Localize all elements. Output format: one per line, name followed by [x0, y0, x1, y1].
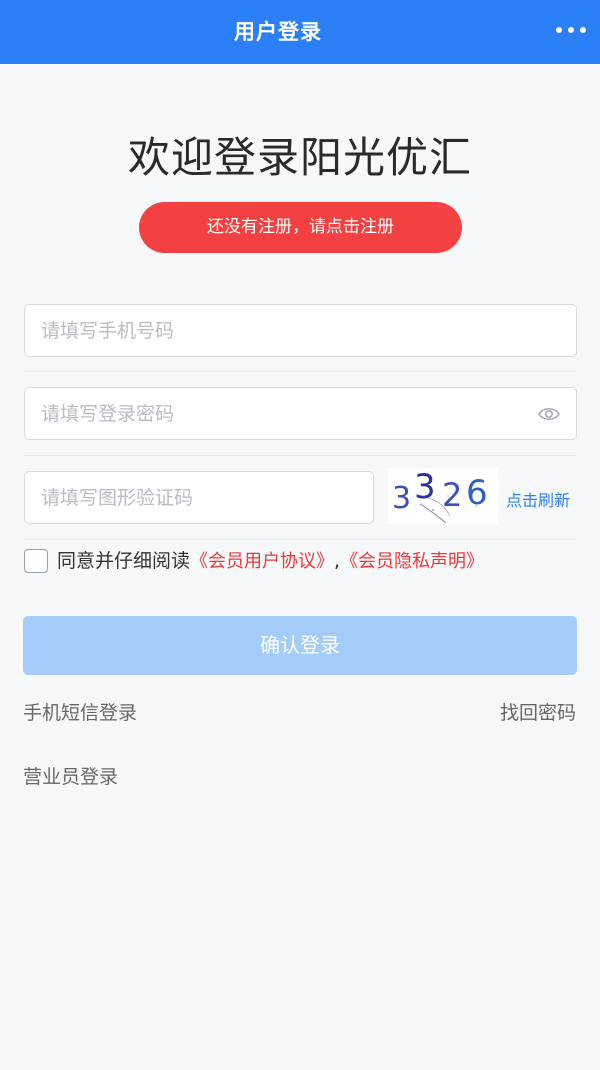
- register-button[interactable]: 还没有注册，请点击注册: [139, 202, 462, 253]
- divider: [24, 455, 577, 456]
- confirm-login-button[interactable]: 确认登录: [23, 616, 577, 675]
- member-agreement-link[interactable]: 《会员用户协议》: [190, 551, 334, 572]
- recover-password-link[interactable]: 找回密码: [500, 698, 576, 725]
- divider: [24, 539, 577, 540]
- captcha-field-box: [24, 471, 374, 524]
- divider: [24, 371, 577, 372]
- phone-input[interactable]: [25, 305, 576, 356]
- password-field-box: [24, 387, 577, 440]
- phone-field-box: [24, 304, 577, 357]
- svg-text:6: 6: [466, 473, 488, 513]
- staff-login-link[interactable]: 营业员登录: [23, 762, 118, 789]
- page-title: 用户登录: [234, 20, 322, 44]
- refresh-captcha-link[interactable]: 点击刷新: [506, 487, 570, 511]
- welcome-title: 欢迎登录阳光优汇: [127, 133, 472, 182]
- agreement-row: 同意并仔细阅读《会员用户协议》,《会员隐私声明》: [24, 548, 584, 576]
- eye-icon[interactable]: [538, 405, 560, 423]
- agreement-prefix: 同意并仔细阅读: [57, 550, 191, 572]
- svg-text:2: 2: [442, 476, 462, 514]
- captcha-input[interactable]: [25, 472, 373, 523]
- captcha-image[interactable]: 3 3 2 6: [388, 468, 498, 524]
- more-dots-icon[interactable]: [556, 26, 586, 34]
- svg-text:3: 3: [392, 481, 411, 516]
- nav-bar: 用户登录: [0, 0, 600, 64]
- sms-login-link[interactable]: 手机短信登录: [23, 698, 137, 725]
- agreement-text: 同意并仔细阅读《会员用户协议》,《会员隐私声明》: [57, 548, 484, 575]
- password-input[interactable]: [25, 388, 576, 439]
- svg-text:3: 3: [414, 468, 436, 507]
- privacy-statement-link[interactable]: 《会员隐私声明》: [340, 551, 484, 572]
- agree-checkbox[interactable]: [24, 549, 48, 573]
